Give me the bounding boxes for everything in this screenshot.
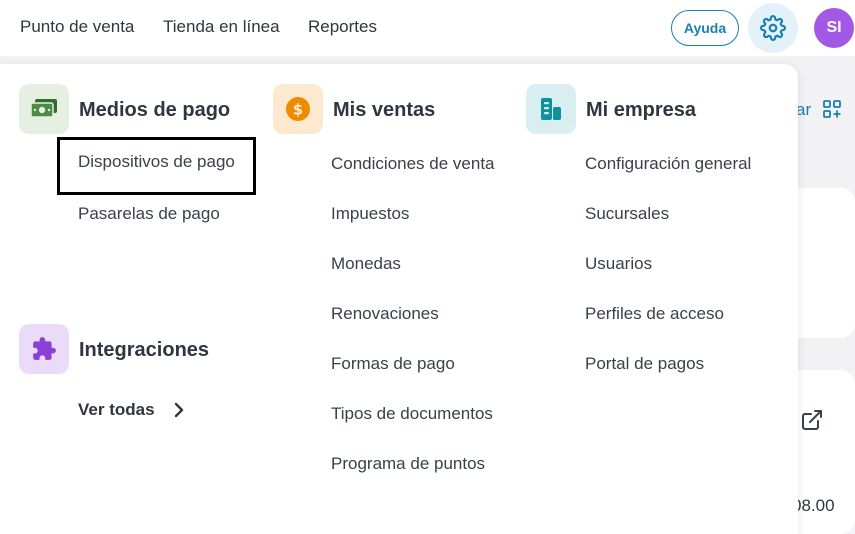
dollar-coin-icon: $ (273, 84, 323, 134)
gear-icon (760, 15, 786, 41)
section-title-integraciones: Integraciones (79, 339, 210, 361)
svg-text:$: $ (293, 101, 303, 119)
top-bar: Punto de venta Tienda en línea Reportes … (0, 0, 855, 56)
menu-item-perfiles-de-acceso[interactable]: Perfiles de acceso (585, 304, 724, 324)
chevron-right-icon (174, 402, 183, 418)
menu-item-portal-de-pagos[interactable]: Portal de pagos (585, 354, 704, 374)
menu-item-impuestos[interactable]: Impuestos (331, 204, 409, 224)
nav-tienda-en-linea[interactable]: Tienda en línea (163, 17, 280, 37)
menu-item-monedas[interactable]: Monedas (331, 254, 401, 274)
external-link-icon[interactable] (800, 408, 824, 432)
menu-item-dispositivos-de-pago[interactable]: Dispositivos de pago (57, 137, 256, 195)
building-icon (526, 84, 576, 134)
see-all-integrations-link[interactable]: Ver todas (78, 400, 185, 420)
menu-item-pasarelas-de-pago[interactable]: Pasarelas de pago (78, 204, 220, 224)
background-amount: 08.00 (792, 496, 835, 515)
help-button[interactable]: Ayuda (671, 10, 739, 46)
settings-button[interactable] (748, 3, 798, 53)
user-avatar[interactable]: SI (814, 8, 854, 48)
add-grid-icon[interactable] (823, 100, 841, 118)
money-icon (19, 84, 69, 134)
menu-item-renovaciones[interactable]: Renovaciones (331, 304, 439, 324)
puzzle-icon (19, 324, 69, 374)
menu-item-configuracion-general[interactable]: Configuración general (585, 154, 751, 174)
menu-item-condiciones-de-venta[interactable]: Condiciones de venta (331, 154, 495, 174)
background-link-fragment[interactable]: ar (796, 100, 811, 120)
nav-punto-de-venta[interactable]: Punto de venta (20, 17, 134, 37)
menu-item-formas-de-pago[interactable]: Formas de pago (331, 354, 455, 374)
see-all-label: Ver todas (78, 400, 155, 419)
menu-item-usuarios[interactable]: Usuarios (585, 254, 652, 274)
menu-item-sucursales[interactable]: Sucursales (585, 204, 669, 224)
menu-item-programa-de-puntos[interactable]: Programa de puntos (331, 454, 485, 474)
section-title-mi-empresa: Mi empresa (586, 99, 697, 121)
section-title-mis-ventas: Mis ventas (333, 99, 436, 121)
settings-dropdown-menu: Medios de pago Dispositivos de pago Pasa… (0, 64, 798, 534)
nav-reportes[interactable]: Reportes (308, 17, 377, 37)
menu-item-tipos-de-documentos[interactable]: Tipos de documentos (331, 404, 493, 424)
section-title-medios-de-pago: Medios de pago (79, 99, 231, 121)
